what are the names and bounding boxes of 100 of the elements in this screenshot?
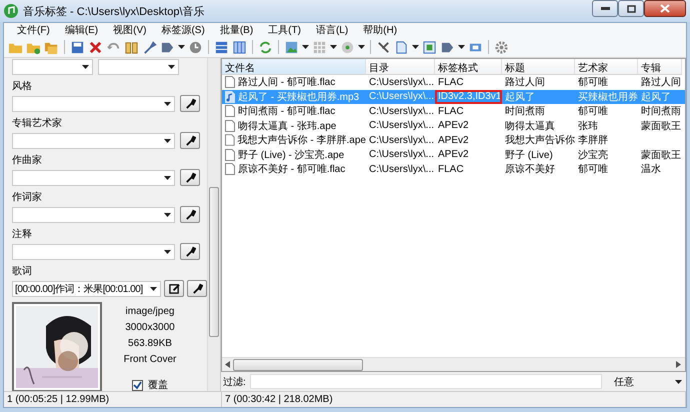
caret-icon: [168, 65, 175, 69]
scrollbar-thumb[interactable]: [209, 187, 219, 337]
table-row[interactable]: 路过人间 - 郁可唯.flac C:\Users\lyx\... FLAC 路过人间 郁可唯 路过人间: [222, 75, 685, 90]
caret-icon: [164, 138, 171, 142]
filter-mode-dropdown[interactable]: 任意: [606, 374, 686, 388]
file-icon: [225, 105, 235, 118]
minimize-button[interactable]: [592, 0, 618, 17]
settings-icon[interactable]: [494, 40, 509, 54]
table-cell-text: 郁可唯: [578, 104, 608, 118]
table-row[interactable]: 我想大声告诉你 - 李胖胖.ape C:\Users\lyx\... APEv2 我想大声告诉你 李胖胖: [222, 133, 685, 148]
table-cell-text: 我想大声告诉你: [505, 134, 575, 148]
minimize-icon: [600, 7, 610, 10]
save-icon[interactable]: [70, 40, 85, 54]
wrench-button[interactable]: [180, 95, 200, 112]
cover-info: Front Cover: [124, 354, 176, 365]
menu-item[interactable]: 批量(B): [214, 23, 264, 37]
table-cell-text: 吻得太逼真 - 张玮.ape: [238, 120, 336, 133]
field-label: 专辑艺术家: [12, 118, 63, 130]
filter-field[interactable]: [250, 374, 602, 389]
caret-icon: [358, 45, 365, 49]
checkbox[interactable]: [132, 380, 143, 390]
table-row[interactable]: 时间煮雨 - 郁可唯.flac C:\Users\lyx\... FLAC 时间煮雨 郁可唯 时间煮雨: [222, 104, 685, 118]
edit-button[interactable]: [164, 280, 184, 297]
wrench-button[interactable]: [180, 206, 200, 223]
wrench-button[interactable]: [180, 169, 200, 186]
table-cell: C:\Users\lyx\...: [369, 91, 434, 102]
column-header[interactable]: 标题: [502, 59, 575, 75]
caret-icon: [164, 250, 171, 254]
image-icon[interactable]: [284, 40, 299, 54]
table-cell-text: 路过人间 - 郁可唯.flac: [238, 76, 336, 90]
file-icon: [225, 76, 235, 88]
cover-info: image/jpeg: [126, 306, 174, 317]
menu-item[interactable]: 标签源(S): [156, 23, 215, 37]
table-cell-text: 野子 (Live) - 沙宝亮.ape: [238, 148, 344, 162]
table-row[interactable]: 原谅不美好 - 郁可唯.flac C:\Users\lyx\... FLAC 原谅不美好 郁可唯 温水: [222, 162, 685, 176]
wrench-button[interactable]: [180, 132, 200, 149]
table-cell-text: 原谅不美好: [505, 162, 555, 176]
table-row[interactable]: 吻得太逼真 - 张玮.ape C:\Users\lyx\... APEv2 吻得太逼真 张玮 蒙面歌王: [222, 118, 685, 133]
checkbox-label: 覆盖: [148, 378, 168, 392]
table-cell-text: 郁可唯: [578, 162, 608, 176]
close-button[interactable]: [644, 0, 686, 17]
document-icon[interactable]: [394, 40, 409, 54]
table-cell: C:\Users\lyx\...: [369, 106, 434, 117]
column-header[interactable]: 专辑: [638, 59, 682, 75]
wrench-icon: [184, 209, 196, 220]
scrollbar-thumb[interactable]: [233, 358, 363, 370]
table-icon[interactable]: [214, 40, 229, 54]
table-cell-text: 原谅不美好 - 郁可唯.flac: [238, 162, 346, 176]
table-cell-text: 我想大声告诉你 - 李胖胖.ape: [238, 134, 366, 148]
caret-icon: [82, 65, 89, 69]
column-header[interactable]: 艺术家: [575, 59, 638, 75]
file-icon: [225, 134, 235, 146]
table-cell-text: 起风了 - 买辣椒也用券.mp3: [238, 90, 360, 104]
refresh-icon[interactable]: [258, 40, 273, 54]
table-row[interactable]: 野子 (Live) - 沙宝亮.ape C:\Users\lyx\... APEv2 野子 (Live) 沙宝亮 蒙面歌王: [222, 148, 685, 162]
document-icon[interactable]: [422, 40, 437, 54]
caret-icon: [164, 176, 171, 180]
column-header[interactable]: 文件名: [222, 59, 366, 75]
scroll-right-icon[interactable]: [676, 361, 682, 368]
menu-item[interactable]: 视图(V): [108, 23, 156, 37]
field-label: 作词家: [12, 192, 43, 204]
table-cell-text: 时间煮雨: [641, 104, 681, 118]
wrench-icon[interactable]: [142, 40, 157, 54]
column-header[interactable]: 标签格式: [435, 59, 502, 75]
file-icon: [225, 163, 235, 176]
caret-icon: [150, 286, 157, 290]
scroll-left-icon[interactable]: [225, 361, 231, 368]
wrench-button[interactable]: [180, 243, 200, 260]
file-icon: [225, 120, 235, 132]
status-text: 7 (00:30:42 | 218.02MB): [222, 392, 686, 407]
table-cell-text: 郁可唯: [578, 76, 608, 90]
wrench-icon: [184, 135, 196, 146]
tools-icon[interactable]: [376, 40, 391, 54]
disc-icon[interactable]: [340, 40, 355, 54]
menu-item[interactable]: 语言(L): [310, 23, 358, 37]
column-header[interactable]: 目录: [366, 59, 435, 75]
wrench-icon: [184, 246, 196, 257]
delete-icon[interactable]: [88, 40, 103, 54]
menu-item[interactable]: 帮助(H): [358, 23, 408, 37]
menu-item[interactable]: 文件(F): [12, 23, 60, 37]
caret-icon: [164, 102, 171, 106]
book-icon[interactable]: [124, 40, 139, 54]
table-cell-text: 时间煮雨: [505, 104, 545, 118]
table-cell: C:\Users\lyx\...: [369, 164, 434, 175]
combo-box[interactable]: [00:00.00]作词：米果[00:01.00]: [12, 280, 161, 296]
clock-icon[interactable]: [188, 40, 203, 54]
wrench-button[interactable]: [187, 280, 207, 297]
field-label: 注释: [12, 229, 33, 241]
table-cell-text: 买辣椒也用券: [578, 90, 638, 104]
cover-info: 563.89KB: [128, 338, 172, 349]
field-label: 歌词: [12, 266, 33, 278]
table-icon[interactable]: [232, 40, 247, 54]
caret-icon: [412, 45, 419, 49]
table-cell-text: 蒙面歌王: [641, 148, 681, 162]
menu-item[interactable]: 工具(T): [263, 23, 311, 37]
table-cell: C:\Users\lyx\...: [369, 149, 434, 160]
table-cell-text: 蒙面歌王: [641, 120, 681, 133]
wrench-icon: [192, 283, 202, 294]
maximize-button[interactable]: [618, 0, 644, 17]
menu-item[interactable]: 编辑(E): [60, 23, 108, 37]
